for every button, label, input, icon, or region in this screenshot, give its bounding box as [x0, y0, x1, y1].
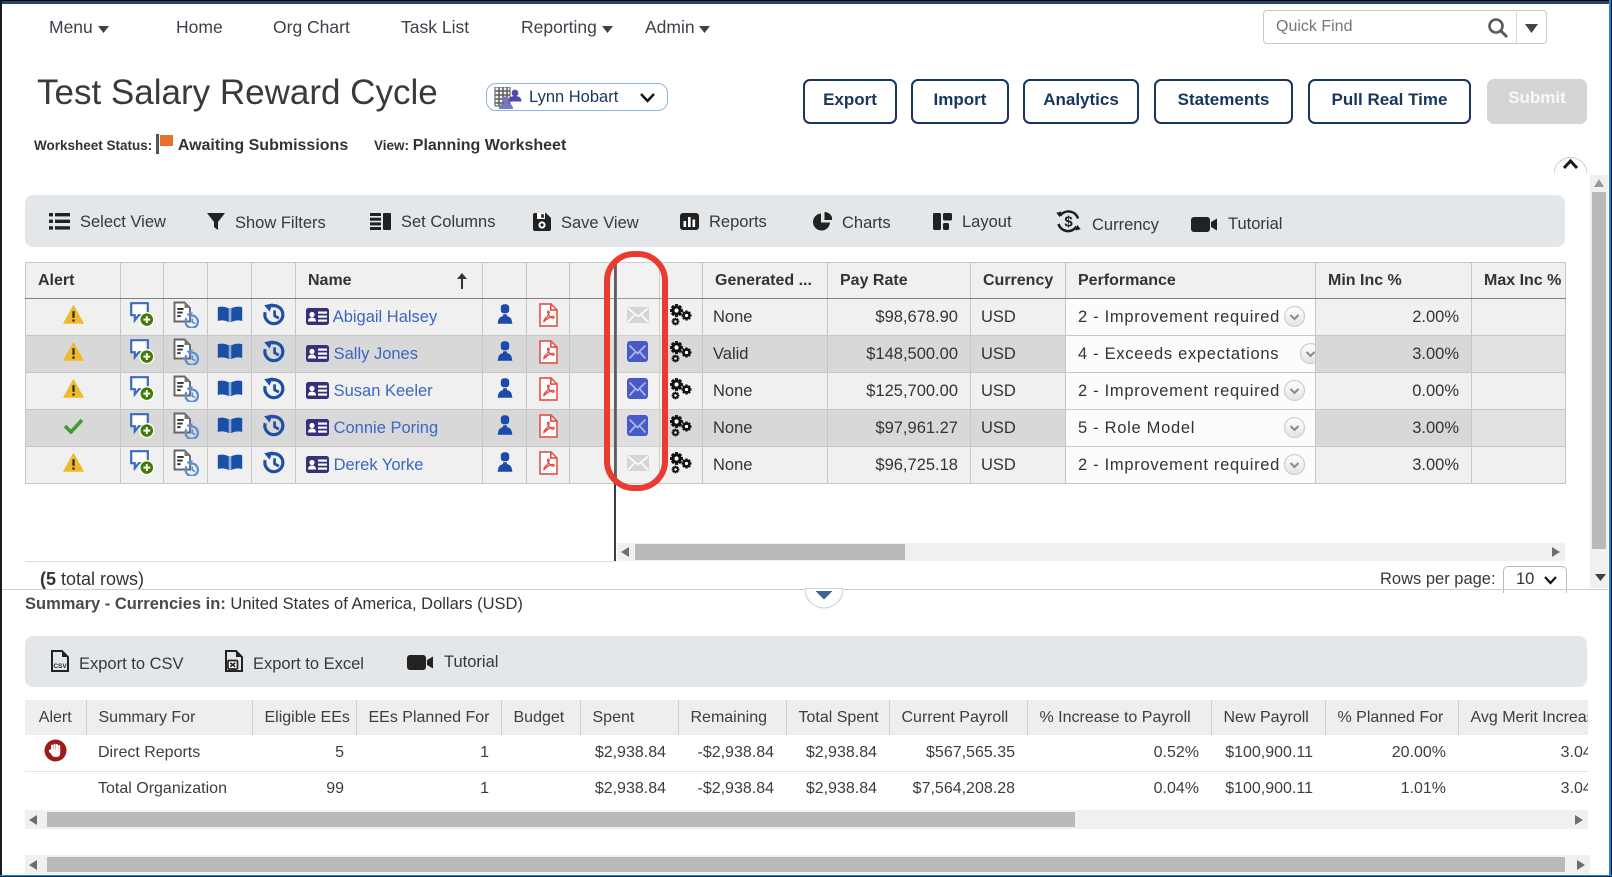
- svg-text:$: $: [1064, 214, 1073, 231]
- svg-text:CSV: CSV: [53, 663, 67, 670]
